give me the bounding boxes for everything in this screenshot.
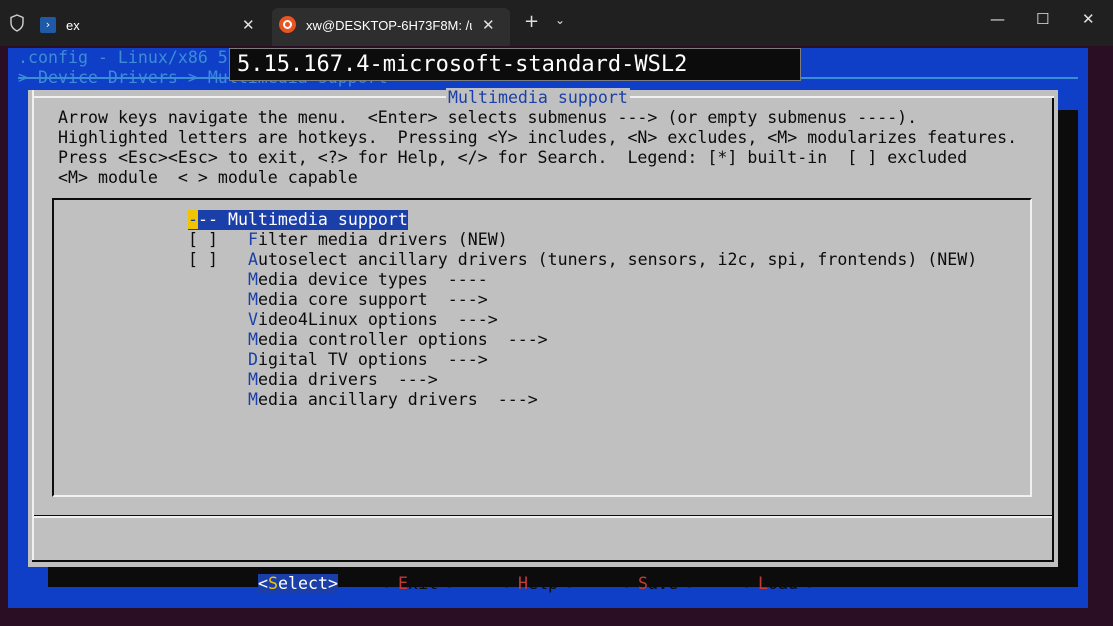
button-label: ave > [647, 574, 698, 593]
menu-item-media-controller-options[interactable]: Media controller options ---> [188, 330, 548, 350]
menu-item-label: edia drivers ---> [257, 370, 438, 389]
menu-item-multimedia-support[interactable]: --- Multimedia support [188, 210, 408, 230]
close-window-button[interactable]: ✕ [1082, 10, 1095, 28]
tab-ubuntu[interactable]: xw@DESKTOP-6H73F8M: /usr/ ✕ [272, 8, 510, 46]
hotkey: M [247, 370, 258, 389]
help-line: Highlighted letters are hotkeys. Pressin… [58, 128, 1018, 147]
menu-item-media-core-support[interactable]: Media core support ---> [188, 290, 488, 310]
menu-item-media-ancillary-drivers[interactable]: Media ancillary drivers ---> [188, 390, 538, 410]
save-button[interactable]: < Save > [618, 574, 698, 594]
bracket: < [618, 574, 638, 593]
frame-bottom [32, 560, 1054, 562]
menu-dialog: Multimedia support Arrow keys navigate t… [28, 88, 1058, 594]
menu-item-label: utoselect ancillary drivers (tuners, sen… [257, 250, 978, 269]
menu-item-digital-tv-options[interactable]: Digital TV options ---> [188, 350, 488, 370]
hotkey: M [247, 290, 258, 309]
hotkey: M [247, 390, 258, 409]
bracket: < [258, 574, 268, 593]
menu-item-media-device-types[interactable]: Media device types ---- [188, 270, 488, 290]
maximize-button[interactable]: ☐ [1036, 10, 1049, 28]
new-tab-button[interactable]: + [524, 11, 539, 32]
selected-marker: - [188, 210, 198, 229]
tab-ex[interactable]: › ex ✕ [32, 8, 270, 46]
powershell-icon: › [40, 17, 56, 33]
exit-button[interactable]: < Exit > [378, 574, 458, 594]
menu-item-label: igital TV options ---> [257, 350, 488, 369]
hotkey: A [247, 250, 258, 269]
hotkey: M [247, 270, 258, 289]
menu-item-label: edia device types ---- [257, 270, 488, 289]
hotkey: V [247, 310, 258, 329]
hotkey: M [247, 330, 258, 349]
button-label: xit > [407, 574, 458, 593]
menu-item-label: ideo4Linux options ---> [257, 310, 498, 329]
tab-bar: › ex ✕ xw@DESKTOP-6H73F8M: /usr/ ✕ + ⌄ —… [0, 0, 1113, 46]
menu-list[interactable]: --- Multimedia support [ ] Filter media … [52, 198, 1032, 497]
checkbox[interactable]: [ ] [188, 250, 248, 269]
bracket: < [378, 574, 398, 593]
hotkey: H [517, 574, 528, 593]
button-label: elect> [278, 574, 338, 593]
close-icon[interactable]: ✕ [482, 16, 495, 34]
menu-item-filter-media-drivers[interactable]: [ ] Filter media drivers (NEW) [188, 230, 508, 250]
bracket: < [738, 574, 758, 593]
kernel-version: 5.15.167.4-microsoft-standard-WSL2 [237, 52, 688, 77]
tab-label: xw@DESKTOP-6H73F8M: /usr/ [306, 18, 472, 33]
help-line: Arrow keys navigate the menu. <Enter> se… [58, 108, 918, 127]
menu-item-autoselect-ancillary[interactable]: [ ] Autoselect ancillary drivers (tuners… [188, 250, 977, 270]
hotkey: D [247, 350, 258, 369]
help-button[interactable]: < Help > [498, 574, 578, 594]
menu-item-label: edia controller options ---> [257, 330, 548, 349]
select-button[interactable]: <Select> [258, 574, 338, 594]
menu-item-label: ilter media drivers (NEW) [257, 230, 508, 249]
dialog-title: Multimedia support [446, 88, 630, 108]
terminal[interactable]: .config - Linux/x86 5 > Device Drivers >… [0, 46, 1113, 626]
menu-item-label: edia ancillary drivers ---> [257, 390, 538, 409]
button-separator [34, 515, 1052, 518]
menu-item-label: edia core support ---> [257, 290, 488, 309]
shield-icon[interactable] [9, 14, 25, 32]
menu-item-video4linux-options[interactable]: Video4Linux options ---> [188, 310, 498, 330]
frame-right [1052, 96, 1054, 560]
ubuntu-icon [279, 16, 296, 33]
chevron-down-icon[interactable]: ⌄ [555, 13, 565, 27]
hotkey: S [637, 574, 648, 593]
button-label: elp > [527, 574, 578, 593]
load-button[interactable]: < Load > [738, 574, 818, 594]
hotkey: F [247, 230, 258, 249]
button-label: oad > [767, 574, 818, 593]
close-icon[interactable]: ✕ [242, 16, 255, 34]
menu-item-media-drivers[interactable]: Media drivers ---> [188, 370, 438, 390]
hotkey: S [268, 574, 278, 593]
tab-label: ex [66, 18, 80, 33]
hotkey: E [397, 574, 408, 593]
menu-item-label: - Multimedia support [208, 210, 408, 229]
config-title: .config - Linux/x86 5 [18, 48, 228, 67]
help-line: Press <Esc><Esc> to exit, <?> for Help, … [58, 148, 968, 167]
minimize-button[interactable]: — [990, 10, 1005, 28]
checkbox[interactable]: [ ] [188, 230, 248, 249]
selected-dash: - [198, 210, 208, 229]
hotkey: L [757, 574, 768, 593]
bracket: < [498, 574, 518, 593]
frame-left [32, 90, 34, 560]
help-line: <M> module < > module capable [58, 168, 358, 187]
version-popup: 5.15.167.4-microsoft-standard-WSL2 [229, 48, 801, 81]
